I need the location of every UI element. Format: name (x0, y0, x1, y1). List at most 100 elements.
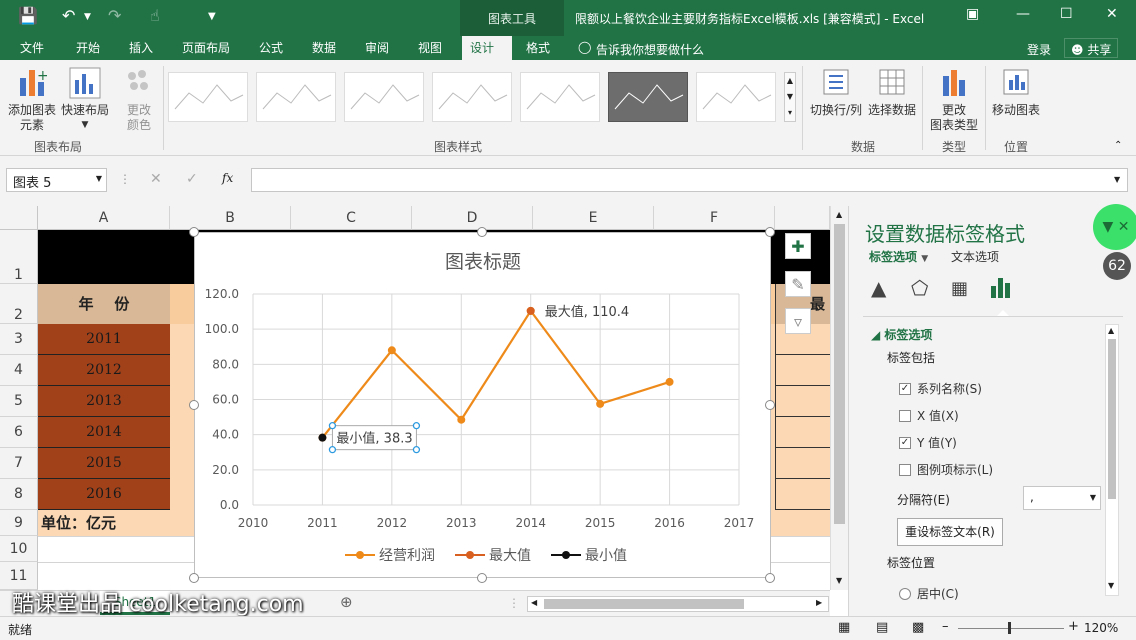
ribbon-display-icon[interactable]: ▣ (966, 6, 979, 22)
chart-area[interactable]: 0.0 20.0 40.0 60.0 80.0 100.0 120.0 2010 2011 201… (194, 232, 771, 578)
cell-a4[interactable]: 2012 (38, 355, 170, 386)
save-icon[interactable]: 💾 (18, 6, 38, 25)
tab-review[interactable]: 审阅 (357, 36, 397, 60)
tab-data[interactable]: 数据 (304, 36, 344, 60)
column-header-e[interactable]: E (533, 206, 654, 230)
resize-handle-r[interactable] (765, 400, 775, 410)
section-label-options[interactable]: ◢ 标签选项 (871, 326, 932, 343)
chart-styles-button[interactable]: ✎ (785, 271, 811, 297)
enter-icon[interactable]: ✓ (186, 171, 198, 187)
select-all-corner[interactable] (0, 206, 38, 230)
vertical-scrollbar[interactable]: ▲ ▼ (830, 206, 848, 590)
zoom-slider-thumb[interactable] (1008, 622, 1011, 634)
hscroll-thumb[interactable] (544, 599, 744, 609)
chart-style-7[interactable] (696, 72, 776, 122)
change-colors-button[interactable]: 更改 颜色 (118, 66, 160, 133)
add-chart-element-button[interactable]: + 添加图表 元素 (6, 66, 58, 133)
line-chart[interactable]: 0.0 20.0 40.0 60.0 80.0 100.0 120.0 2010 2011 201… (195, 233, 772, 579)
select-data-button[interactable]: 选择数据 (866, 66, 918, 118)
tab-view[interactable]: 视图 (410, 36, 450, 60)
resize-handle-tr[interactable] (765, 227, 775, 237)
column-header-b[interactable]: B (170, 206, 291, 230)
cancel-icon[interactable]: ✕ (150, 171, 162, 187)
customize-qat-icon[interactable]: ▼ (208, 11, 216, 22)
page-break-view-icon[interactable]: ▩ (912, 620, 924, 635)
zoom-slider[interactable] (958, 628, 1064, 629)
switch-row-column-button[interactable]: 切换行/列 (808, 66, 864, 118)
row-header-3[interactable]: 3 (0, 324, 38, 355)
row-header-8[interactable]: 8 (0, 479, 38, 510)
chart-style-2[interactable] (256, 72, 336, 122)
tab-insert[interactable]: 插入 (121, 36, 161, 60)
row-header-1[interactable]: 1 (0, 230, 38, 284)
pane-scroll-thumb[interactable] (1108, 339, 1116, 499)
tab-home[interactable]: 开始 (68, 36, 108, 60)
pane-scroll-up[interactable]: ▲ (1108, 326, 1114, 335)
label-options-icon[interactable] (989, 276, 1013, 300)
expand-formula-icon[interactable]: ▼ (1114, 175, 1120, 184)
page-layout-view-icon[interactable]: ▤ (876, 620, 888, 635)
cell-a2[interactable]: 年 份 (38, 284, 170, 324)
undo-dropdown-icon[interactable]: ▼ (84, 12, 91, 22)
redo-icon[interactable]: ↷ (108, 6, 121, 25)
separator-select[interactable]: , ▼ (1023, 486, 1101, 510)
pane-scroll-down[interactable]: ▼ (1108, 581, 1114, 590)
formula-input[interactable] (251, 168, 1128, 192)
maximize-icon[interactable]: ☐ (1060, 6, 1073, 22)
add-sheet-icon[interactable]: ⊕ (340, 593, 353, 611)
chart-style-4[interactable] (432, 72, 512, 122)
tab-split-dots[interactable]: ⋮ (508, 596, 520, 610)
zoom-level[interactable]: 120% (1084, 621, 1118, 635)
name-box[interactable]: 图表 5 ▼ (6, 168, 107, 192)
resize-handle-tl[interactable] (189, 227, 199, 237)
scroll-left-arrow[interactable]: ◀ (531, 598, 537, 607)
y-value-checkbox[interactable]: ✓ (899, 436, 911, 449)
zoom-in-icon[interactable]: + (1068, 619, 1079, 634)
tab-page-layout[interactable]: 页面布局 (174, 36, 238, 60)
x-value-option[interactable]: X 值(X) (899, 407, 959, 424)
column-header-d[interactable]: D (412, 206, 533, 230)
row-header-4[interactable]: 4 (0, 355, 38, 386)
quick-layout-button[interactable]: 快速布局 ▼ (58, 66, 112, 133)
change-chart-type-button[interactable]: 更改 图表类型 (926, 66, 982, 133)
chart-style-1[interactable] (168, 72, 248, 122)
tab-text-options[interactable]: 文本选项 (951, 248, 999, 265)
row-header-6[interactable]: 6 (0, 417, 38, 448)
legend-key-checkbox[interactable] (899, 463, 911, 476)
row-header-10[interactable]: 10 (0, 536, 38, 562)
resize-handle-l[interactable] (189, 400, 199, 410)
chart-style-6[interactable] (608, 72, 688, 122)
column-header-g[interactable] (775, 206, 830, 230)
column-header-f[interactable]: F (654, 206, 775, 230)
effects-icon[interactable]: ⬠ (911, 276, 928, 300)
reset-label-text-button[interactable]: 重设标签文本(R) (897, 518, 1003, 546)
styles-scroll[interactable]: ▲ ▼ ▾ (784, 72, 796, 122)
y-value-option[interactable]: ✓ Y 值(Y) (899, 434, 957, 451)
horizontal-scrollbar[interactable]: ◀ ▶ (527, 596, 829, 612)
fill-line-icon[interactable]: ▲ (871, 276, 886, 300)
row-header-5[interactable]: 5 (0, 386, 38, 417)
insert-function-icon[interactable]: fx (222, 171, 233, 185)
cell-a3[interactable]: 2011 (38, 324, 170, 355)
column-header-c[interactable]: C (291, 206, 412, 230)
center-radio[interactable] (899, 587, 911, 600)
scroll-right-arrow[interactable]: ▶ (816, 598, 822, 607)
resize-handle-b[interactable] (477, 573, 487, 583)
touch-mode-icon[interactable]: ☝ (150, 6, 160, 25)
undo-icon[interactable]: ↶ (62, 6, 75, 25)
scroll-thumb[interactable] (834, 224, 845, 524)
share-button[interactable]: ☻ 共享 (1064, 38, 1119, 58)
chart-filters-button[interactable]: ▿ (785, 308, 811, 334)
chart-title[interactable]: 图表标题 (445, 251, 521, 273)
resize-handle-bl[interactable] (189, 573, 199, 583)
center-option[interactable]: 居中(C) (899, 585, 959, 602)
row-header-7[interactable]: 7 (0, 448, 38, 479)
pane-scrollbar[interactable]: ▲ ▼ (1105, 324, 1119, 596)
tell-me-input[interactable]: 告诉我你想要做什么 (596, 41, 704, 58)
zoom-out-icon[interactable]: – (942, 619, 949, 634)
chart-style-5[interactable] (520, 72, 600, 122)
row-header-2[interactable]: 2 (0, 284, 38, 324)
login-link[interactable]: 登录 (1027, 41, 1051, 58)
collapse-ribbon-icon[interactable]: ⌃ (1114, 140, 1122, 151)
close-icon[interactable]: ✕ (1106, 6, 1118, 22)
